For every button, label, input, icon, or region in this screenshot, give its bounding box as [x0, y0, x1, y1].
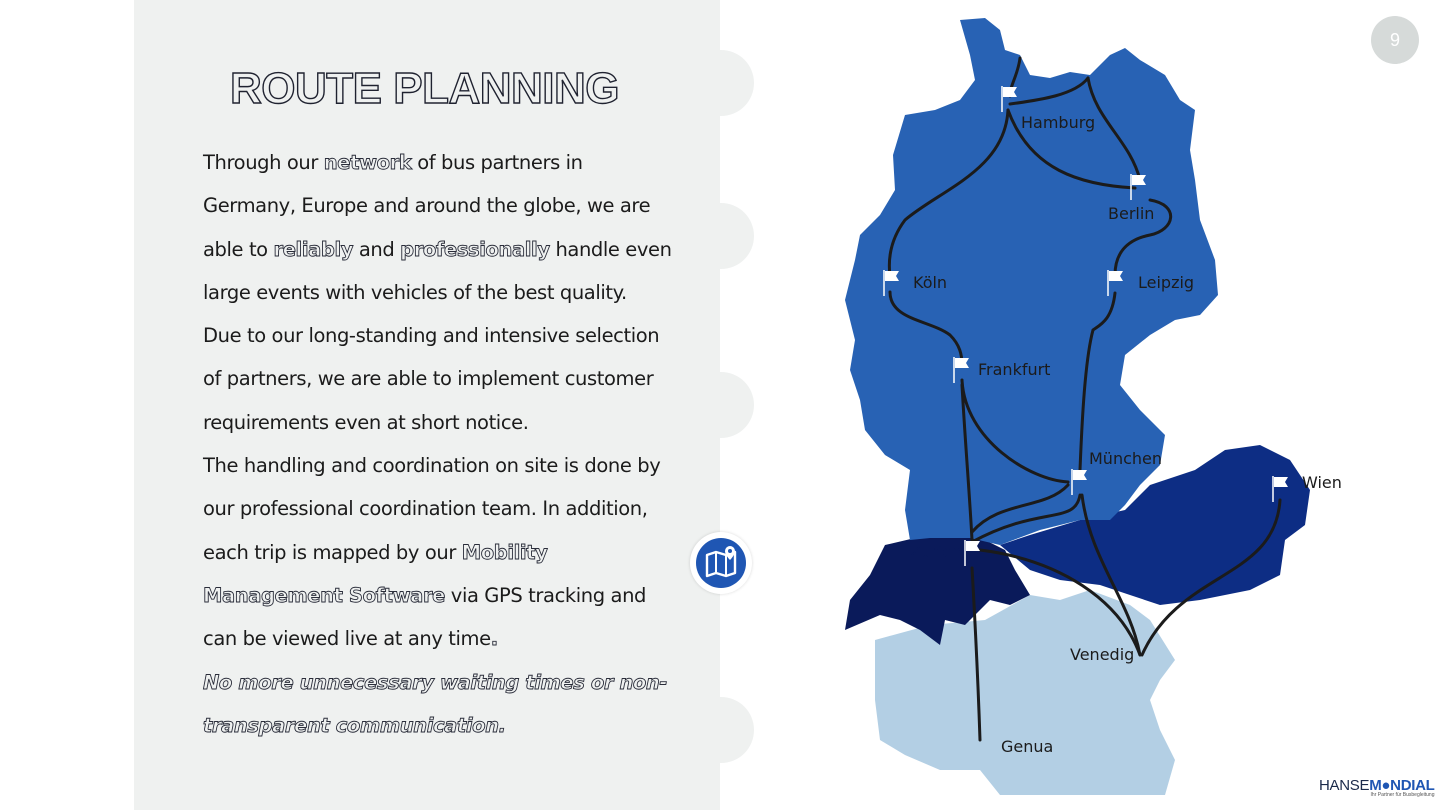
city-label-venedig: Venedig [1070, 645, 1134, 664]
city-label-frankfurt: Frankfurt [978, 360, 1050, 379]
city-label-wien: Wien [1302, 473, 1342, 492]
city-label-genua: Genua [1001, 737, 1053, 756]
hansemondial-logo: HANSEM●NDIAL Ihr Partner für Busbegleitu… [1319, 777, 1435, 803]
city-label-berlin: Berlin [1108, 204, 1154, 223]
route-map: Hamburg Berlin Köln Leipzig Frankfurt Mü… [845, 18, 1342, 795]
city-label-leipzig: Leipzig [1138, 273, 1194, 292]
city-label-hamburg: Hamburg [1021, 113, 1095, 132]
logo-text: HANSE [1319, 777, 1370, 794]
city-label-koeln: Köln [913, 273, 947, 292]
city-label-muenchen: München [1089, 449, 1162, 468]
city-label-zurich: Zürich [910, 542, 961, 561]
